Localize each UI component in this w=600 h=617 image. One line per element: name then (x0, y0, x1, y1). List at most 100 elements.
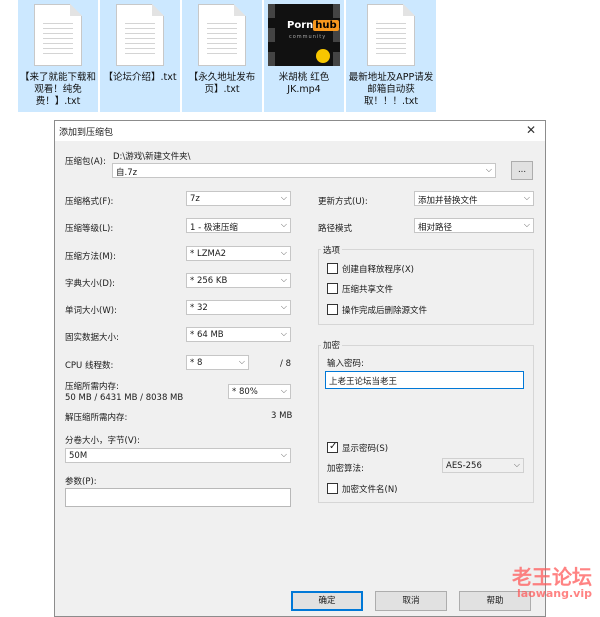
show-password-checkbox[interactable]: ✓ 显示密码(S) (327, 441, 507, 454)
mem-value: * 80% (232, 387, 258, 397)
checkmark-icon: ✓ (329, 441, 338, 452)
archive-name-value: 自.7z (116, 168, 138, 178)
method-value: * LZMA2 (190, 249, 227, 259)
file-name: 【永久地址发布页】.txt (188, 72, 256, 95)
options-title: 选项 (321, 244, 343, 256)
password-input[interactable]: 上老王论坛当老王 (325, 371, 524, 389)
file-name: 最新地址及APP请发邮箱自动获取！！！.txt (348, 72, 434, 107)
level-select[interactable]: 1 - 极速压缩 ⌵ (186, 218, 291, 233)
desktop-file-1[interactable]: 【来了就能下载和观看！纯免费！】.txt (18, 0, 98, 112)
sfx-label: 创建自释放程序(X) (342, 265, 414, 275)
cpu-label: CPU 线程数: (65, 361, 114, 371)
watermark-text: 老王论坛 (512, 565, 592, 589)
close-icon[interactable]: ✕ (517, 121, 545, 141)
shared-files-checkbox[interactable]: 压缩共享文件 (327, 283, 507, 295)
method-label: 压缩方法(M): (65, 252, 116, 262)
archive-name-combo[interactable]: 自.7z ⌵ (112, 163, 496, 178)
browse-button[interactable]: ... (511, 161, 533, 180)
enc-method-label: 加密算法: (327, 464, 364, 474)
chevron-down-icon: ⌵ (280, 248, 287, 257)
decomp-label: 解压缩所需内存: (65, 413, 128, 423)
desktop-file-3[interactable]: 【永久地址发布页】.txt (182, 0, 262, 112)
desktop-file-4[interactable]: Porn hub community 米胡桃 红色JK.mp4 (264, 0, 344, 112)
decomp-value: 3 MB (271, 411, 293, 421)
archive-label: 压缩包(A): (65, 157, 106, 167)
file-name: 【来了就能下载和观看！纯免费！】.txt (20, 72, 97, 107)
ok-button[interactable]: 确定 (291, 591, 363, 611)
word-label: 单词大小(W): (65, 306, 117, 316)
params-label: 参数(P): (65, 477, 97, 487)
level-value: 1 - 极速压缩 (190, 223, 238, 233)
format-label: 压缩格式(F): (65, 197, 114, 207)
update-label: 更新方式(U): (318, 197, 368, 207)
checkbox-box (327, 263, 338, 274)
chevron-down-icon: ⌵ (280, 329, 287, 338)
chevron-down-icon: ⌵ (280, 386, 287, 395)
chevron-down-icon: ⌵ (280, 302, 287, 311)
chevron-down-icon: ⌵ (513, 460, 520, 469)
chevron-down-icon: ⌵ (280, 193, 287, 202)
watermark-url: laowang.vip (516, 587, 592, 600)
path-mode-label: 路径模式 (318, 224, 353, 234)
text-file-icon (116, 4, 164, 66)
sfx-checkbox[interactable]: 创建自释放程序(X) (327, 263, 507, 275)
mem-label: 压缩所需内存: (65, 382, 119, 392)
file-name: 【论坛介绍】.txt (103, 72, 177, 83)
text-file-icon (34, 4, 82, 66)
update-select[interactable]: 添加并替换文件 ⌵ (414, 191, 534, 206)
checkbox-box (327, 483, 338, 494)
mem-select[interactable]: * 80% ⌵ (228, 384, 291, 399)
enc-method-select[interactable]: AES-256 ⌵ (442, 458, 524, 473)
method-select[interactable]: * LZMA2 ⌵ (186, 246, 291, 261)
desktop-file-2[interactable]: 【论坛介绍】.txt (100, 0, 180, 112)
play-badge-icon (316, 49, 330, 63)
solid-label: 固实数据大小: (65, 333, 119, 343)
delete-after-checkbox[interactable]: 操作完成后删除源文件 (327, 304, 507, 316)
file-name: 米胡桃 红色JK.mp4 (278, 72, 330, 95)
delete-after-label: 操作完成后删除源文件 (342, 306, 428, 316)
desktop-file-5[interactable]: 最新地址及APP请发邮箱自动获取！！！.txt (346, 0, 436, 112)
show-password-label: 显示密码(S) (342, 444, 389, 454)
mem-detail: 50 MB / 6431 MB / 8038 MB (65, 393, 184, 403)
thumbnail-logo: Porn hub (287, 20, 339, 31)
text-file-icon (367, 4, 415, 66)
path-mode-select[interactable]: 相对路径 ⌵ (414, 218, 534, 233)
encrypt-names-checkbox[interactable]: 加密文件名(N) (327, 483, 507, 495)
encryption-title: 加密 (321, 339, 343, 351)
enc-method-value: AES-256 (446, 461, 482, 471)
word-value: * 32 (190, 303, 208, 313)
thumbnail-subtext: community (289, 34, 327, 40)
cancel-button[interactable]: 取消 (375, 591, 447, 611)
cpu-select[interactable]: * 8 ⌵ (186, 355, 249, 370)
cpu-total: / 8 (280, 359, 291, 369)
chevron-down-icon: ⌵ (523, 220, 530, 229)
checkbox-box (327, 304, 338, 315)
level-label: 压缩等级(L): (65, 224, 114, 234)
split-label: 分卷大小，字节(V): (65, 436, 140, 446)
chevron-down-icon: ⌵ (280, 275, 287, 284)
encrypt-names-label: 加密文件名(N) (342, 485, 398, 495)
site-watermark: 老王论坛 laowang.vip (512, 566, 592, 600)
solid-select[interactable]: * 64 MB ⌵ (186, 327, 291, 342)
shared-files-label: 压缩共享文件 (342, 285, 394, 295)
chevron-down-icon: ⌵ (238, 357, 245, 366)
cpu-value: * 8 (190, 358, 203, 368)
checkbox-box (327, 283, 338, 294)
split-size-combo[interactable]: 50M ⌵ (65, 448, 291, 463)
dict-select[interactable]: * 256 KB ⌵ (186, 273, 291, 288)
split-value: 50M (69, 451, 88, 461)
dialog-title: 添加到压缩包 (59, 128, 114, 138)
video-thumbnail: Porn hub community (268, 4, 340, 66)
chevron-down-icon: ⌵ (523, 193, 530, 202)
dict-value: * 256 KB (190, 276, 228, 286)
archive-path: D:\游戏\新建文件夹\ (113, 152, 191, 162)
password-label: 输入密码: (327, 359, 364, 369)
title-bar[interactable]: 添加到压缩包 ✕ (55, 121, 545, 141)
params-input[interactable] (65, 488, 291, 507)
update-value: 添加并替换文件 (418, 196, 478, 206)
format-select[interactable]: 7z ⌵ (186, 191, 291, 206)
checkbox-box: ✓ (327, 441, 338, 453)
chevron-down-icon: ⌵ (280, 450, 287, 459)
word-select[interactable]: * 32 ⌵ (186, 300, 291, 315)
chevron-down-icon: ⌵ (280, 220, 287, 229)
